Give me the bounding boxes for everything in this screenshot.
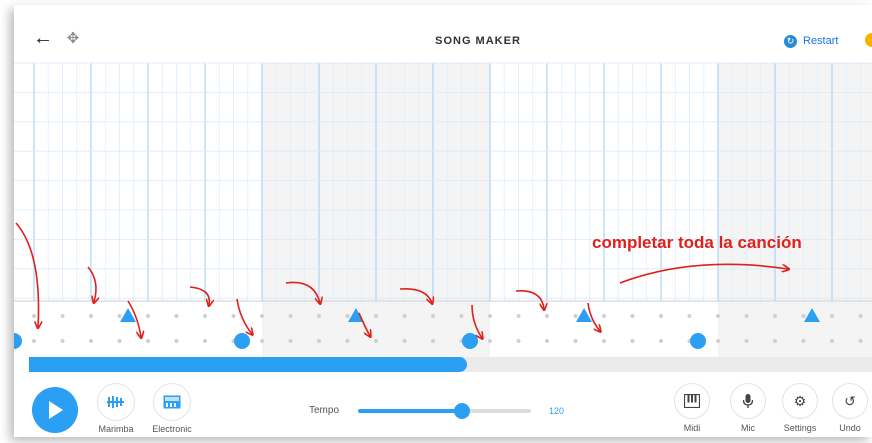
electronic-keyboard-icon <box>153 383 191 421</box>
rhythm-dot <box>32 339 36 343</box>
rhythm-dot <box>317 314 321 318</box>
rhythm-dot <box>89 314 93 318</box>
midi-button[interactable]: Midi <box>662 383 722 433</box>
red-arrow <box>515 290 544 309</box>
rhythm-dot <box>374 339 378 343</box>
microphone-icon <box>730 383 766 419</box>
tempo-slider-handle[interactable] <box>453 403 470 419</box>
rhythm-dot <box>374 314 378 318</box>
rhythm-dot <box>231 314 236 318</box>
undo-icon: ↺ <box>832 383 868 419</box>
rhythm-dot <box>830 339 834 343</box>
rhythm-dot <box>602 339 606 343</box>
rhythm-dot <box>345 339 350 343</box>
electronic-label: Electronic <box>152 424 192 434</box>
tempo-slider[interactable] <box>358 409 531 413</box>
rhythm-dot <box>687 314 692 318</box>
playback-progress-fill <box>29 357 468 372</box>
instrument-electronic-button[interactable]: Electronic <box>140 383 204 434</box>
rhythm-dot <box>858 339 863 343</box>
rhythm-dot <box>516 314 521 318</box>
note-circle <box>14 333 22 349</box>
rhythm-dot <box>602 314 606 318</box>
rhythm-dot <box>402 314 407 318</box>
rhythm-dot <box>744 314 749 318</box>
play-icon <box>49 401 63 419</box>
note-circle <box>234 333 250 349</box>
rhythm-dot <box>288 314 293 318</box>
rhythm-dot <box>32 314 36 318</box>
rhythm-dot <box>60 314 65 318</box>
red-arrow <box>189 286 209 305</box>
rhythm-dot <box>744 339 749 343</box>
rhythm-dot <box>488 339 492 343</box>
rhythm-dot <box>716 339 720 343</box>
rhythm-dot <box>659 339 663 343</box>
rhythm-dot <box>545 339 549 343</box>
rhythm-dot <box>402 339 407 343</box>
rhythm-dot <box>773 314 777 318</box>
tempo-label: Tempo <box>309 405 340 416</box>
playback-progress-bar[interactable] <box>29 357 872 372</box>
rhythm-dot <box>773 339 777 343</box>
song-maker-window: ← ✥ SONG MAKER ↻ Restart completar toda … <box>14 5 872 437</box>
rhythm-dot <box>288 339 293 343</box>
red-arrow <box>87 266 96 302</box>
annotation-text: completar toda la canción <box>592 233 802 252</box>
rhythm-dot <box>659 314 663 318</box>
marimba-label: Marimba <box>98 424 134 434</box>
song-grid[interactable]: completar toda la canción <box>14 5 872 357</box>
rhythm-dot <box>260 314 264 318</box>
midi-label: Midi <box>683 423 701 433</box>
rhythm-dot <box>203 314 207 318</box>
rhythm-dot <box>516 339 521 343</box>
gear-icon: ⚙ <box>782 383 818 419</box>
rhythm-dot <box>858 314 863 318</box>
rhythm-dot <box>146 314 150 318</box>
rhythm-dot <box>545 314 549 318</box>
play-button[interactable] <box>32 387 78 433</box>
instrument-marimba-button[interactable]: Marimba <box>84 383 148 434</box>
rhythm-dot <box>174 339 179 343</box>
red-arrow <box>15 222 39 327</box>
rhythm-dot <box>117 314 122 318</box>
rhythm-dot <box>117 339 122 343</box>
rhythm-dot <box>573 314 578 318</box>
rhythm-dot <box>573 339 578 343</box>
red-arrow <box>587 302 600 331</box>
note-circle <box>690 333 706 349</box>
tempo-slider-fill <box>358 409 462 413</box>
rhythm-dot <box>431 339 435 343</box>
rhythm-dot <box>317 339 321 343</box>
rhythm-dot <box>801 314 806 318</box>
rhythm-dot <box>146 339 150 343</box>
marimba-icon <box>97 383 135 421</box>
tempo-value: 120 <box>549 406 565 416</box>
rhythm-dot <box>488 314 492 318</box>
rhythm-dot <box>60 339 65 343</box>
bottom-toolbar: Marimba Electronic Tempo 120 Midi Mic ⚙ … <box>14 375 872 437</box>
rhythm-dot <box>830 314 834 318</box>
rhythm-dot <box>801 339 806 343</box>
red-arrow <box>236 298 252 334</box>
undo-button[interactable]: ↺ Undo <box>820 383 872 433</box>
undo-label: Undo <box>839 423 861 433</box>
rhythm-dot <box>203 339 207 343</box>
rhythm-dot <box>630 339 635 343</box>
rhythm-dot <box>459 314 464 318</box>
rhythm-dot <box>345 314 350 318</box>
rhythm-dot <box>174 314 179 318</box>
piano-keys-icon <box>674 383 710 419</box>
note-circle <box>462 333 478 349</box>
rhythm-dot <box>260 339 264 343</box>
mic-button[interactable]: Mic <box>718 383 778 433</box>
rhythm-dot <box>630 314 635 318</box>
mic-label: Mic <box>741 423 755 433</box>
rhythm-dot <box>89 339 93 343</box>
rhythm-dot <box>431 314 435 318</box>
rhythm-dot <box>716 314 720 318</box>
